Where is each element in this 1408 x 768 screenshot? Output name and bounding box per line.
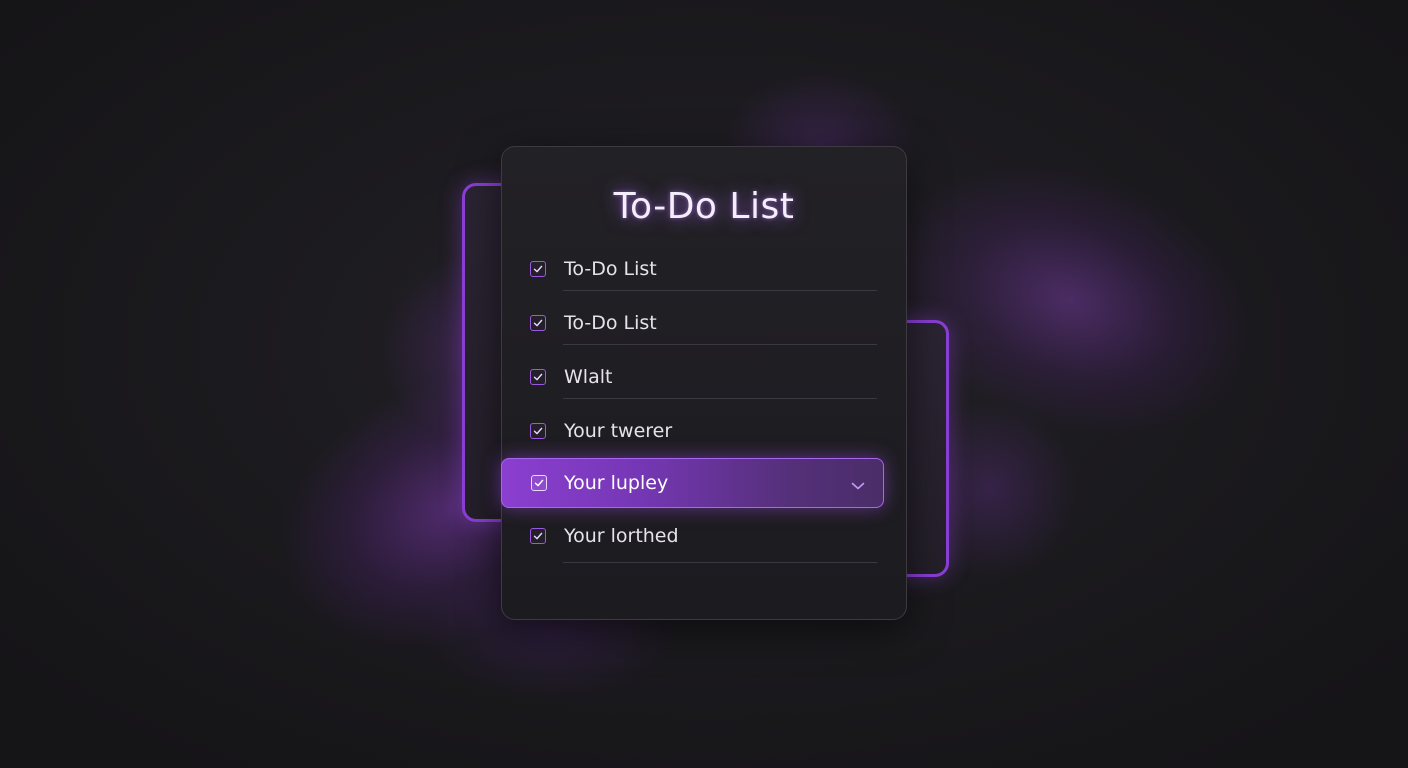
divider bbox=[563, 398, 877, 399]
checkbox-checked-icon[interactable] bbox=[530, 261, 546, 277]
checkbox-checked-icon[interactable] bbox=[531, 475, 547, 491]
todo-item[interactable]: To-Do List bbox=[528, 304, 878, 345]
divider bbox=[563, 290, 877, 291]
divider bbox=[563, 562, 877, 563]
todo-item[interactable]: Your lorthed bbox=[528, 517, 878, 563]
todo-item-label: Wlalt bbox=[564, 366, 613, 388]
todo-item-label: To-Do List bbox=[564, 258, 657, 280]
todo-item-label: To-Do List bbox=[564, 312, 657, 334]
todo-item[interactable]: Your twerer bbox=[528, 412, 878, 452]
divider bbox=[563, 344, 877, 345]
todo-item[interactable]: Wlalt bbox=[528, 358, 878, 399]
todo-item-label: Your lorthed bbox=[564, 525, 679, 547]
checkbox-checked-icon[interactable] bbox=[530, 369, 546, 385]
checkbox-checked-icon[interactable] bbox=[530, 315, 546, 331]
todo-item-label: Your twerer bbox=[564, 420, 673, 442]
page-title: To-Do List bbox=[613, 186, 795, 227]
checkbox-checked-icon[interactable] bbox=[530, 528, 546, 544]
chevron-down-icon[interactable] bbox=[851, 477, 865, 490]
todo-item[interactable]: To-Do List bbox=[528, 250, 878, 291]
checkbox-checked-icon[interactable] bbox=[530, 423, 546, 439]
todo-item-label: Your lupley bbox=[564, 472, 669, 494]
todo-item-selected[interactable]: Your lupley bbox=[501, 458, 884, 508]
